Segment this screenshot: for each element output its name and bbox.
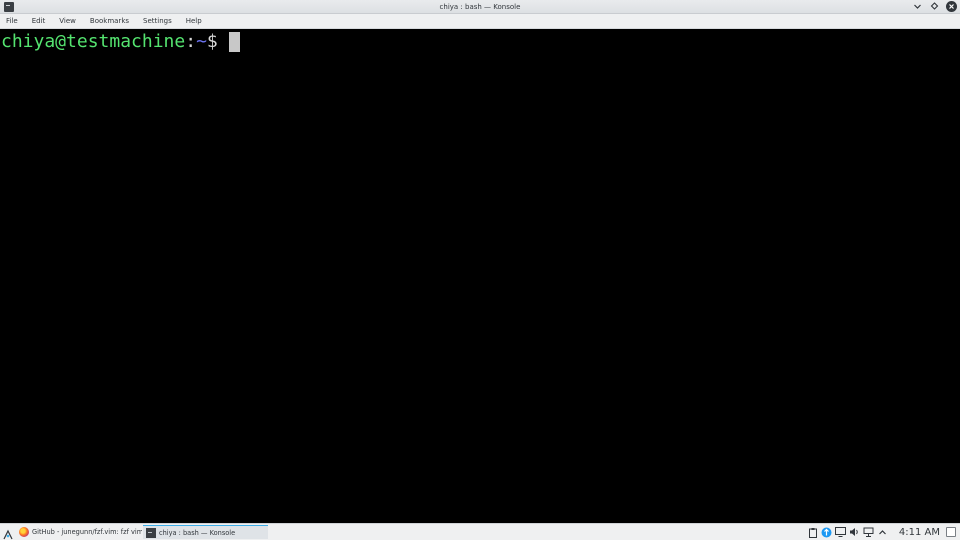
prompt-user-host: chiya@testmachine <box>1 31 186 52</box>
menu-view[interactable]: View <box>59 14 76 28</box>
clipboard-icon[interactable] <box>807 526 819 538</box>
clock[interactable]: 4:11 AM <box>899 527 940 538</box>
menu-settings[interactable]: Settings <box>143 14 172 28</box>
firefox-icon <box>19 527 29 537</box>
prompt-line: chiya@testmachine: ~ $ <box>1 31 959 53</box>
terminal-icon <box>146 527 156 538</box>
menu-file[interactable]: File <box>6 14 18 28</box>
menu-bar: File Edit View Bookmarks Settings Help <box>0 14 960 29</box>
task-label: chiya : bash — Konsole <box>159 528 236 537</box>
volume-icon[interactable] <box>849 526 861 538</box>
menu-bookmarks[interactable]: Bookmarks <box>90 14 129 28</box>
window-controls <box>912 1 957 12</box>
task-label: GitHub - junegunn/fzf.vim: fzf vim… <box>32 528 142 536</box>
window-titlebar[interactable]: chiya : bash — Konsole <box>0 0 960 14</box>
chevron-down-icon <box>914 4 921 9</box>
menu-edit[interactable]: Edit <box>32 14 46 28</box>
close-button[interactable] <box>946 1 957 12</box>
prompt-colon: : <box>185 31 197 52</box>
updates-icon[interactable] <box>821 526 833 538</box>
system-tray: 4:11 AM <box>807 524 960 540</box>
expand-icon[interactable] <box>877 526 889 538</box>
prompt-path: ~ <box>196 31 207 52</box>
window-title: chiya : bash — Konsole <box>439 3 521 11</box>
network-icon[interactable] <box>863 526 875 538</box>
prompt-symbol: $ <box>206 31 218 52</box>
text-cursor <box>228 32 240 52</box>
show-desktop-button[interactable] <box>946 527 956 537</box>
pin-icon <box>930 2 939 10</box>
task-firefox[interactable]: GitHub - junegunn/fzf.vim: fzf vim… <box>16 525 142 539</box>
menu-help[interactable]: Help <box>186 14 202 28</box>
display-icon[interactable] <box>835 526 847 538</box>
taskbar: GitHub - junegunn/fzf.vim: fzf vim… chiy… <box>0 523 960 540</box>
launcher-icon <box>3 529 13 540</box>
application-launcher-button[interactable] <box>2 526 14 540</box>
task-konsole[interactable]: chiya : bash — Konsole <box>143 525 268 539</box>
minimize-button[interactable] <box>912 1 923 12</box>
close-icon <box>949 4 954 9</box>
keep-above-button[interactable] <box>929 1 940 12</box>
terminal-area[interactable]: chiya@testmachine: ~ $ <box>0 29 960 523</box>
